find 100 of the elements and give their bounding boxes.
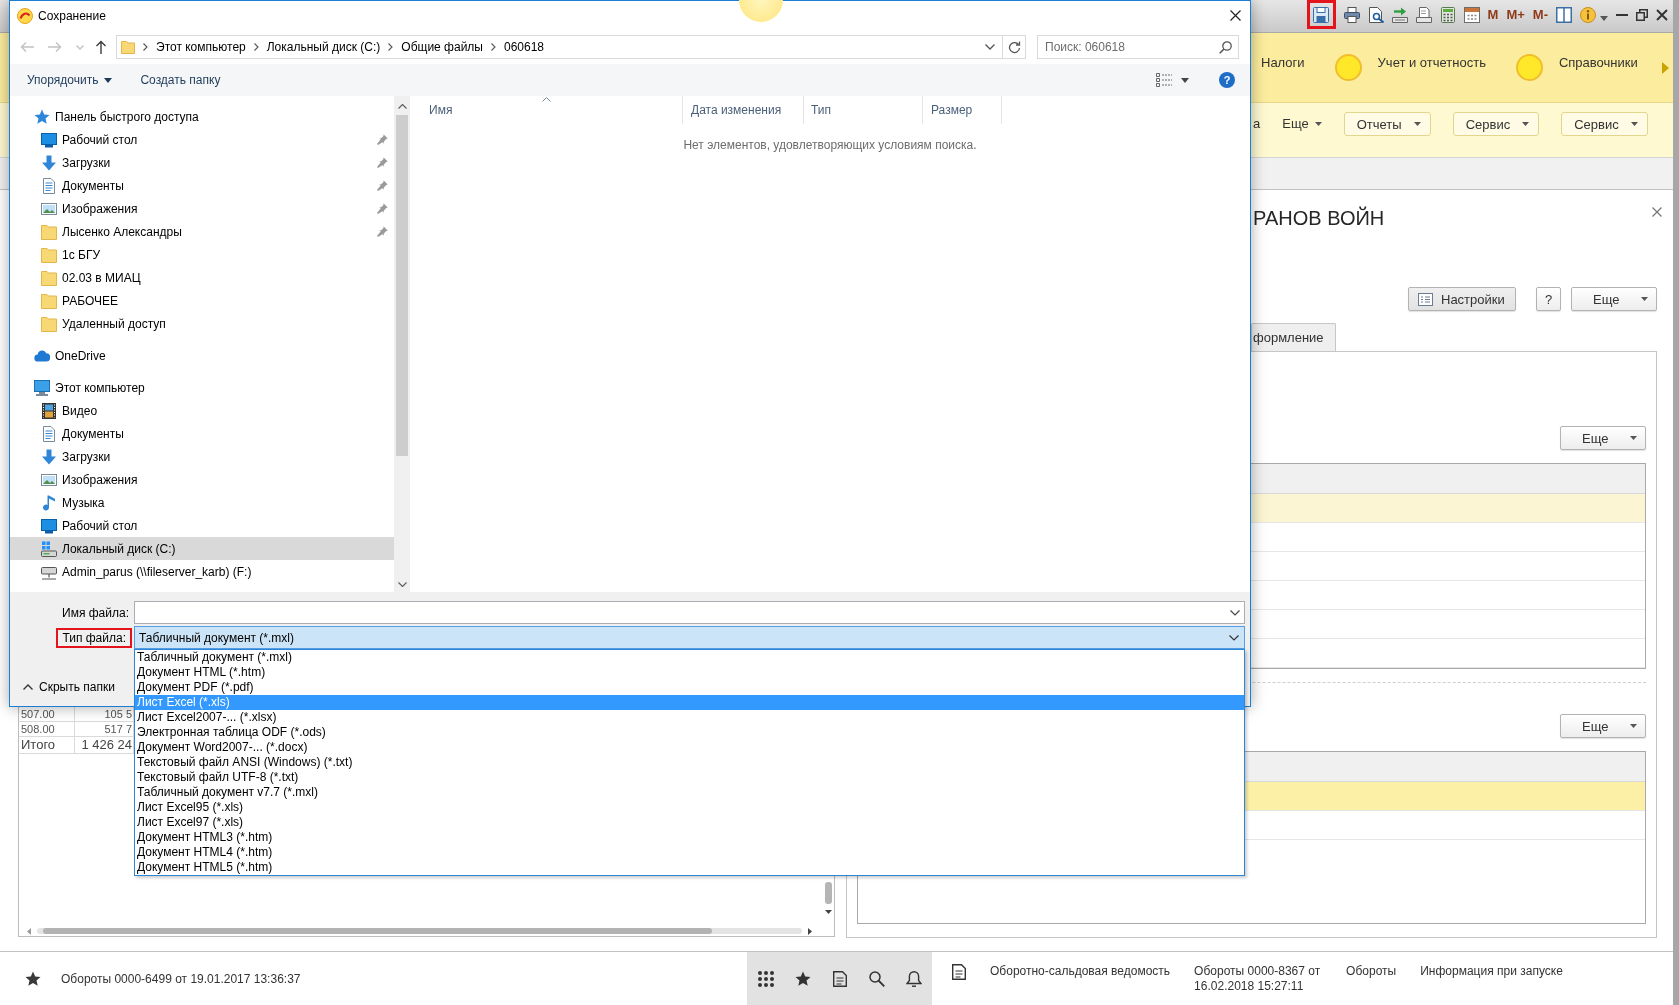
memory-button[interactable]: M- xyxy=(1532,6,1548,23)
settings-button[interactable]: Настройки xyxy=(1408,287,1516,311)
section-item[interactable]: Учет и отчетность xyxy=(1334,54,1486,81)
printer-icon[interactable] xyxy=(1343,6,1360,23)
tree-item[interactable]: Загрузки xyxy=(10,151,394,174)
dropdown-option[interactable]: Табличный документ (*.mxl) xyxy=(135,650,1244,665)
scrollbar-thumb[interactable] xyxy=(396,115,408,456)
calendar-icon[interactable] xyxy=(1463,6,1480,23)
command-link[interactable]: а xyxy=(1253,112,1261,136)
more-button[interactable]: Еще xyxy=(1560,426,1646,450)
pin-icon[interactable] xyxy=(377,226,388,237)
tray-arrow-icon[interactable] xyxy=(1391,6,1408,23)
breadcrumb[interactable]: Этот компьютер xyxy=(156,40,246,54)
close-icon[interactable] xyxy=(1656,8,1668,21)
memory-button[interactable]: M xyxy=(1487,6,1499,23)
chevron-down-icon[interactable] xyxy=(397,582,407,587)
arrow-down-icon[interactable] xyxy=(825,910,832,914)
scrollbar-thumb[interactable] xyxy=(825,882,832,904)
document-icon[interactable] xyxy=(952,964,966,980)
restore-icon[interactable] xyxy=(1636,8,1648,21)
chevron-right-icon[interactable] xyxy=(143,43,148,51)
dropdown-option[interactable]: Лист Excel95 (*.xls) xyxy=(135,800,1244,815)
tree-item[interactable]: Видео xyxy=(10,399,394,422)
pin-icon[interactable] xyxy=(377,180,388,191)
bell-icon[interactable] xyxy=(906,970,922,987)
column-header[interactable]: Имя xyxy=(410,96,683,124)
window-tab[interactable]: Обороты 0000-8367 от 16.02.2018 15:27:11 xyxy=(1194,964,1323,994)
star-icon[interactable] xyxy=(795,970,811,987)
chevron-right-icon[interactable] xyxy=(490,43,496,51)
section-item[interactable]: Налоги xyxy=(1261,54,1305,71)
caret-icon[interactable] xyxy=(1600,16,1608,21)
dropdown-option[interactable]: Текстовый файл ANSI (Windows) (*.txt) xyxy=(135,755,1244,770)
window-tab[interactable]: Оборотно-сальдовая ведомость xyxy=(990,964,1171,979)
arrow-left-icon[interactable] xyxy=(27,927,31,935)
tree-item[interactable]: Удаленный доступ xyxy=(10,312,394,335)
chevron-right-icon[interactable] xyxy=(253,43,259,51)
column-header[interactable]: Тип xyxy=(804,96,923,124)
grid-icon[interactable] xyxy=(758,970,774,987)
more-menu[interactable]: Еще xyxy=(1282,112,1322,136)
help-button[interactable]: ? xyxy=(1536,287,1561,311)
tray-page-icon[interactable] xyxy=(1415,6,1432,23)
more-button[interactable]: Еще xyxy=(1560,714,1646,738)
section-item[interactable]: Справочники xyxy=(1515,54,1638,81)
tree-item[interactable]: Изображения xyxy=(10,197,394,220)
dropdown-option[interactable]: Лист Excel2007-... (*.xlsx) xyxy=(135,710,1244,725)
tab[interactable]: формление xyxy=(1251,323,1336,351)
arrow-up-icon[interactable] xyxy=(95,40,107,54)
tree-item[interactable]: РАБОЧЕЕ xyxy=(10,289,394,312)
chevron-down-icon[interactable] xyxy=(985,44,995,50)
tree-item[interactable]: OneDrive xyxy=(10,344,394,367)
menu-button[interactable]: Сервис xyxy=(1452,112,1540,136)
file-type-combo[interactable]: Табличный документ (*.mxl) xyxy=(134,626,1245,649)
tree-item[interactable]: Панель быстрого доступа xyxy=(10,105,394,128)
tree-item[interactable]: 02.03 в МИАЦ xyxy=(10,266,394,289)
search-icon[interactable] xyxy=(1219,40,1232,54)
window-tab[interactable]: Обороты xyxy=(1346,964,1397,979)
dropdown-option[interactable]: Табличный документ v7.7 (*.mxl) xyxy=(135,785,1244,800)
tree-item[interactable]: Этот компьютер xyxy=(10,376,394,399)
tree-item[interactable]: 1с БГУ xyxy=(10,243,394,266)
arrow-right-icon[interactable] xyxy=(808,927,812,935)
dropdown-option[interactable]: Документ HTML5 (*.htm) xyxy=(135,860,1244,875)
document-icon[interactable] xyxy=(832,970,848,987)
hide-folders-button[interactable]: Скрыть папки xyxy=(23,678,115,696)
address-bar[interactable]: Этот компьютер Локальный диск (C:) Общие файлы 060618 xyxy=(116,35,1003,59)
window-tab[interactable]: Информация при запуске xyxy=(1420,964,1563,979)
star-icon[interactable] xyxy=(25,970,41,987)
pin-icon[interactable] xyxy=(377,157,388,168)
menu-button[interactable]: Сервис xyxy=(1561,112,1648,136)
dropdown-option[interactable]: Документ HTML4 (*.htm) xyxy=(135,845,1244,860)
breadcrumb[interactable]: Общие файлы xyxy=(401,40,483,54)
tree-item[interactable]: Изображения xyxy=(10,468,394,491)
calculator-icon[interactable] xyxy=(1439,6,1456,23)
more-button[interactable]: Еще xyxy=(1571,287,1657,311)
tree-item[interactable]: Admin_parus (\\fileserver_karb) (F:) xyxy=(10,560,394,583)
search-field[interactable]: Поиск: 060618 xyxy=(1037,35,1239,59)
page-magnifier-icon[interactable] xyxy=(1367,6,1384,23)
dropdown-option[interactable]: Лист Excel97 (*.xls) xyxy=(135,815,1244,830)
tree-item[interactable]: Лысенко Александры xyxy=(10,220,394,243)
dropdown-option[interactable]: Документ PDF (*.pdf) xyxy=(135,680,1244,695)
chevron-right-icon[interactable] xyxy=(388,43,394,51)
tree-item[interactable]: Загрузки xyxy=(10,445,394,468)
menu-button[interactable]: Отчеты xyxy=(1343,112,1431,136)
two-column-icon[interactable] xyxy=(1556,6,1572,23)
breadcrumb[interactable]: Локальный диск (C:) xyxy=(266,40,381,54)
caret-icon[interactable] xyxy=(1181,77,1189,83)
file-name-field[interactable] xyxy=(134,601,1245,624)
menu-button[interactable]: Упорядочить xyxy=(27,73,113,87)
chevron-down-icon[interactable] xyxy=(1230,609,1240,616)
history-item[interactable]: Обороты 0000-6499 от 19.01.2017 13:36:37 xyxy=(61,971,301,986)
scrollbar[interactable] xyxy=(394,96,410,592)
column-header[interactable]: Размер xyxy=(923,96,1002,124)
column-header[interactable]: Дата изменения xyxy=(683,96,804,124)
tree-item[interactable]: Документы xyxy=(10,174,394,197)
memory-button[interactable]: M+ xyxy=(1506,6,1525,23)
chevron-up-icon[interactable] xyxy=(397,104,407,109)
dropdown-option[interactable]: Документ Word2007-... (*.docx) xyxy=(135,740,1244,755)
tree-item[interactable]: Рабочий стол xyxy=(10,514,394,537)
refresh-button[interactable] xyxy=(1003,35,1026,59)
view-options-icon[interactable] xyxy=(1156,73,1172,87)
breadcrumb[interactable]: 060618 xyxy=(503,40,544,54)
